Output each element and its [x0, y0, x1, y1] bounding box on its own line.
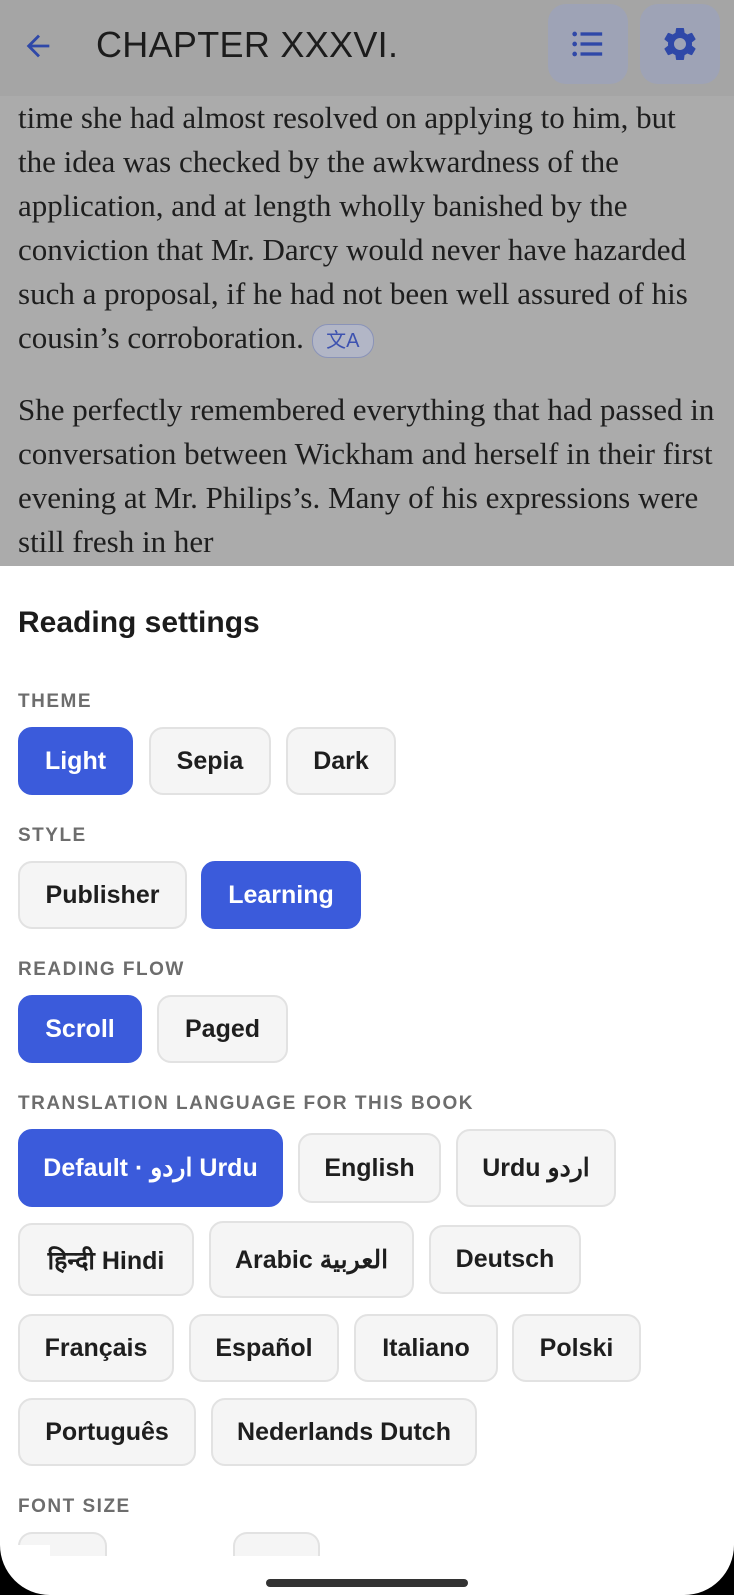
- style-publisher-chip[interactable]: Publisher: [18, 861, 187, 929]
- gear-icon: [664, 27, 696, 60]
- theme-label: THEME: [18, 691, 92, 712]
- lang-portugues-chip[interactable]: Português: [18, 1398, 196, 1466]
- paragraph: She perfectly remembered everything that…: [18, 392, 715, 559]
- style-learning-chip[interactable]: Learning: [201, 861, 361, 929]
- theme-sepia-chip[interactable]: Sepia: [149, 727, 271, 795]
- lang-default-urdu-chip[interactable]: Default · اردو Urdu: [18, 1129, 283, 1207]
- settings-button[interactable]: [640, 4, 720, 84]
- sheet-title: Reading settings: [18, 606, 260, 639]
- style-label: STYLE: [18, 825, 87, 846]
- lang-italiano-chip[interactable]: Italiano: [354, 1314, 498, 1382]
- table-of-contents-button[interactable]: [548, 4, 628, 84]
- home-indicator[interactable]: [266, 1579, 468, 1587]
- translation-language-label: TRANSLATION LANGUAGE FOR THIS BOOK: [18, 1093, 474, 1114]
- lang-arabic-chip[interactable]: Arabic العربية: [209, 1221, 414, 1298]
- flow-paged-chip[interactable]: Paged: [157, 995, 288, 1063]
- back-button[interactable]: [14, 22, 62, 70]
- chapter-title: CHAPTER XXXVI.: [96, 24, 399, 65]
- book-text: time she had almost resolved on applying…: [18, 96, 718, 566]
- reading-flow-label: READING FLOW: [18, 959, 185, 980]
- reading-settings-sheet: Reading settings THEME Light Sepia Dark …: [0, 566, 734, 1595]
- paragraph: time she had almost resolved on applying…: [18, 96, 718, 360]
- theme-light-chip[interactable]: Light: [18, 727, 133, 795]
- top-app-bar: CHAPTER XXXVI.: [0, 0, 734, 96]
- lang-hindi-chip[interactable]: हिन्दी Hindi: [18, 1223, 194, 1296]
- flow-scroll-chip[interactable]: Scroll: [18, 995, 142, 1063]
- list-icon: [572, 31, 603, 57]
- lang-deutsch-chip[interactable]: Deutsch: [429, 1225, 581, 1294]
- lang-urdu-chip[interactable]: Urdu اردو: [456, 1129, 616, 1207]
- translate-chip[interactable]: 文A: [311, 323, 374, 358]
- lang-polski-chip[interactable]: Polski: [512, 1314, 641, 1382]
- font-size-chip[interactable]: [233, 1532, 320, 1556]
- reader-background: CHAPTER XXXVI. time she had almost resol…: [0, 0, 734, 566]
- lang-dutch-chip[interactable]: Nederlands Dutch: [211, 1398, 477, 1466]
- screen-corner: [0, 1545, 50, 1595]
- font-size-label: FONT SIZE: [18, 1496, 131, 1517]
- theme-dark-chip[interactable]: Dark: [286, 727, 396, 795]
- arrow-left-icon: [26, 34, 50, 58]
- lang-espanol-chip[interactable]: Español: [189, 1314, 339, 1382]
- paragraph-text: time she had almost resolved on applying…: [18, 100, 688, 355]
- screen-corner: [684, 1545, 734, 1595]
- lang-english-chip[interactable]: English: [298, 1133, 441, 1203]
- lang-francais-chip[interactable]: Français: [18, 1314, 174, 1382]
